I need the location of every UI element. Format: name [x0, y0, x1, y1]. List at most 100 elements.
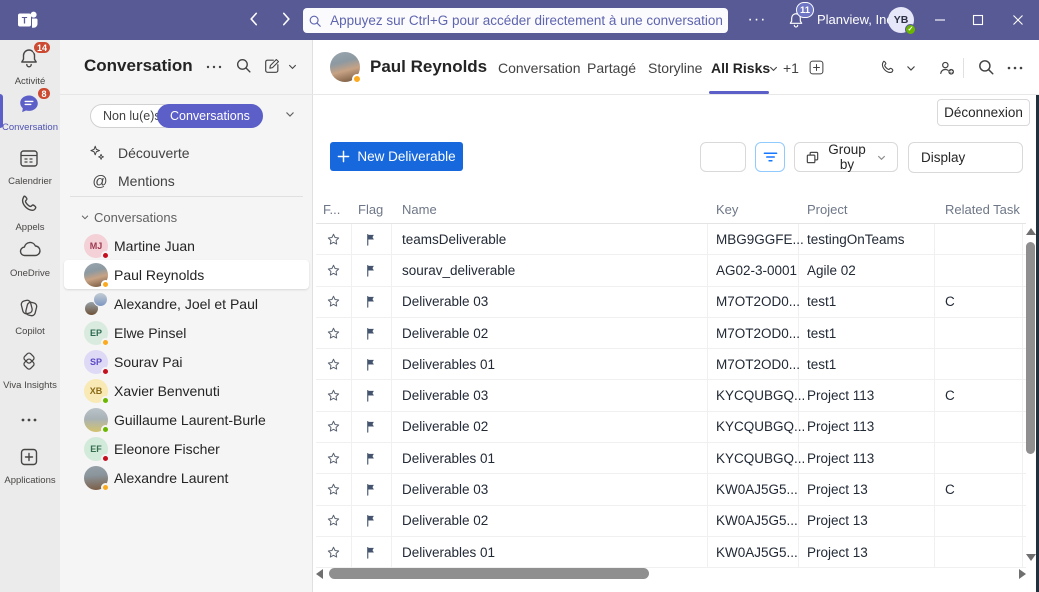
- conversations-section-header[interactable]: Conversations: [80, 206, 177, 228]
- star-icon[interactable]: [316, 443, 352, 473]
- horizontal-scrollbar[interactable]: [316, 568, 1026, 581]
- add-people-icon[interactable]: [937, 58, 957, 78]
- tab-all-risks[interactable]: All Risks: [711, 60, 770, 76]
- header-more-icon[interactable]: [1006, 58, 1026, 78]
- call-icon[interactable]: [878, 58, 898, 78]
- table-row[interactable]: Deliverables 01 KYCQUBGQ... Project 113: [316, 443, 1026, 474]
- flag-icon[interactable]: [352, 412, 392, 442]
- scroll-right-arrow-icon[interactable]: [1019, 569, 1026, 579]
- table-row[interactable]: teamsDeliverable MBG9GGFE... testingOnTe…: [316, 224, 1026, 255]
- table-row[interactable]: Deliverable 02 M7OT2OD0... test1: [316, 318, 1026, 349]
- chat-item-sourav-pai[interactable]: SP Sourav Pai: [64, 347, 309, 376]
- rail-item-onedrive[interactable]: OneDrive: [0, 238, 60, 279]
- star-icon[interactable]: [316, 506, 352, 536]
- back-button[interactable]: [245, 10, 265, 30]
- scroll-down-arrow-icon[interactable]: [1026, 554, 1036, 561]
- close-button[interactable]: [1003, 8, 1033, 32]
- tab-chevron-icon[interactable]: [768, 63, 779, 74]
- chat-item-elwe-pinsel[interactable]: EP Elwe Pinsel: [64, 318, 309, 347]
- chat-item-xavier-benvenuti[interactable]: XB Xavier Benvenuti: [64, 376, 309, 405]
- filter-button[interactable]: [755, 142, 785, 172]
- user-avatar[interactable]: YB ✓: [888, 7, 914, 33]
- rail-item-more-apps[interactable]: [0, 410, 60, 439]
- flag-icon[interactable]: [352, 474, 392, 504]
- flag-icon[interactable]: [352, 287, 392, 317]
- search-input[interactable]: Appuyez sur Ctrl+G pour accéder directem…: [303, 8, 728, 33]
- rail-item-calendar[interactable]: Calendrier: [0, 146, 60, 187]
- star-icon[interactable]: [316, 224, 352, 254]
- rail-item-calls[interactable]: Appels: [0, 192, 60, 233]
- flag-icon[interactable]: [352, 537, 392, 567]
- maximize-button[interactable]: [963, 8, 993, 32]
- column-header-key[interactable]: Key: [708, 196, 799, 223]
- star-icon[interactable]: [316, 412, 352, 442]
- table-row[interactable]: Deliverable 03 M7OT2OD0... test1 C: [316, 287, 1026, 318]
- rail-item-viva-insights[interactable]: Viva Insights: [0, 350, 60, 391]
- filters-chevron-icon[interactable]: [284, 108, 296, 120]
- scroll-left-arrow-icon[interactable]: [316, 569, 323, 579]
- star-icon[interactable]: [316, 287, 352, 317]
- sidebar-item-discover[interactable]: Découverte: [60, 140, 313, 166]
- flag-icon[interactable]: [352, 318, 392, 348]
- call-chevron-icon[interactable]: [905, 62, 925, 82]
- flag-icon[interactable]: [352, 443, 392, 473]
- rail-item-copilot[interactable]: Copilot: [0, 296, 60, 337]
- rail-item-applications[interactable]: Applications: [0, 445, 60, 486]
- column-header-project[interactable]: Project: [799, 196, 935, 223]
- flag-icon[interactable]: [352, 224, 392, 254]
- chat-item-alexandre-laurent[interactable]: Alexandre Laurent: [64, 463, 309, 492]
- flag-icon[interactable]: [352, 506, 392, 536]
- star-icon[interactable]: [316, 474, 352, 504]
- flag-icon[interactable]: [352, 380, 392, 410]
- forward-button[interactable]: [277, 10, 297, 30]
- logout-button[interactable]: Déconnexion: [937, 99, 1030, 126]
- rail-item-activity[interactable]: 14 Activité: [0, 46, 60, 87]
- chat-item-eleonore-fischer[interactable]: EF Eleonore Fischer: [64, 434, 309, 463]
- tab-overflow[interactable]: +1: [783, 60, 799, 76]
- conversation-avatar[interactable]: [330, 52, 360, 82]
- sidebar-more-icon[interactable]: [205, 57, 225, 77]
- group-by-button[interactable]: Group by: [794, 142, 898, 172]
- tab-conversation[interactable]: Conversation: [498, 60, 581, 76]
- chat-item-paul-reynolds[interactable]: Paul Reynolds: [64, 260, 309, 289]
- column-header-related-task[interactable]: Related Task: [935, 196, 1023, 223]
- titlebar-more-icon[interactable]: ···: [746, 10, 768, 30]
- minimize-button[interactable]: [925, 8, 955, 32]
- filter-conversations-pill[interactable]: Conversations: [157, 104, 263, 128]
- table-row[interactable]: Deliverable 02 KW0AJ5G5... Project 13: [316, 506, 1026, 537]
- table-row[interactable]: Deliverables 01 KW0AJ5G5... Project 13: [316, 537, 1026, 568]
- chat-item-martine-juan[interactable]: MJ Martine Juan: [64, 231, 309, 260]
- column-header-favorite[interactable]: F...: [316, 196, 352, 223]
- chat-item-group-alexandre-joel-paul[interactable]: Alexandre, Joel et Paul: [64, 289, 309, 318]
- filter-text-input[interactable]: [700, 142, 746, 172]
- new-deliverable-button[interactable]: New Deliverable: [330, 142, 463, 171]
- table-row[interactable]: Deliverable 03 KW0AJ5G5... Project 13 C: [316, 474, 1026, 505]
- flag-icon[interactable]: [352, 255, 392, 285]
- vertical-scrollbar-thumb[interactable]: [1026, 242, 1035, 454]
- sidebar-search-icon[interactable]: [235, 57, 255, 77]
- star-icon[interactable]: [316, 318, 352, 348]
- column-header-flag[interactable]: Flag: [352, 196, 392, 223]
- chat-item-guillaume-laurent-burle[interactable]: Guillaume Laurent-Burle: [64, 405, 309, 434]
- horizontal-scrollbar-thumb[interactable]: [329, 568, 649, 579]
- display-button[interactable]: Display: [908, 142, 1023, 173]
- table-row[interactable]: Deliverables 01 M7OT2OD0... test1: [316, 349, 1026, 380]
- tab-storyline[interactable]: Storyline: [648, 60, 702, 76]
- star-icon[interactable]: [316, 380, 352, 410]
- column-header-name[interactable]: Name: [392, 196, 708, 223]
- header-search-icon[interactable]: [977, 58, 997, 78]
- star-icon[interactable]: [316, 349, 352, 379]
- sidebar-item-mentions[interactable]: @ Mentions: [60, 168, 313, 194]
- flag-icon[interactable]: [352, 349, 392, 379]
- table-row[interactable]: Deliverable 03 KYCQUBGQ... Project 113 C: [316, 380, 1026, 411]
- star-icon[interactable]: [316, 255, 352, 285]
- rail-item-chat[interactable]: 8 Conversation: [0, 92, 60, 133]
- tab-partage[interactable]: Partagé: [587, 60, 636, 76]
- scroll-up-arrow-icon[interactable]: [1026, 228, 1036, 235]
- add-tab-icon[interactable]: [808, 59, 826, 77]
- organization-name[interactable]: Planview, Inc.: [817, 12, 883, 27]
- compose-chevron-icon[interactable]: [287, 61, 307, 81]
- table-row[interactable]: sourav_deliverable AG02-3-0001 Agile 02: [316, 255, 1026, 286]
- star-icon[interactable]: [316, 537, 352, 567]
- compose-icon[interactable]: [263, 57, 283, 77]
